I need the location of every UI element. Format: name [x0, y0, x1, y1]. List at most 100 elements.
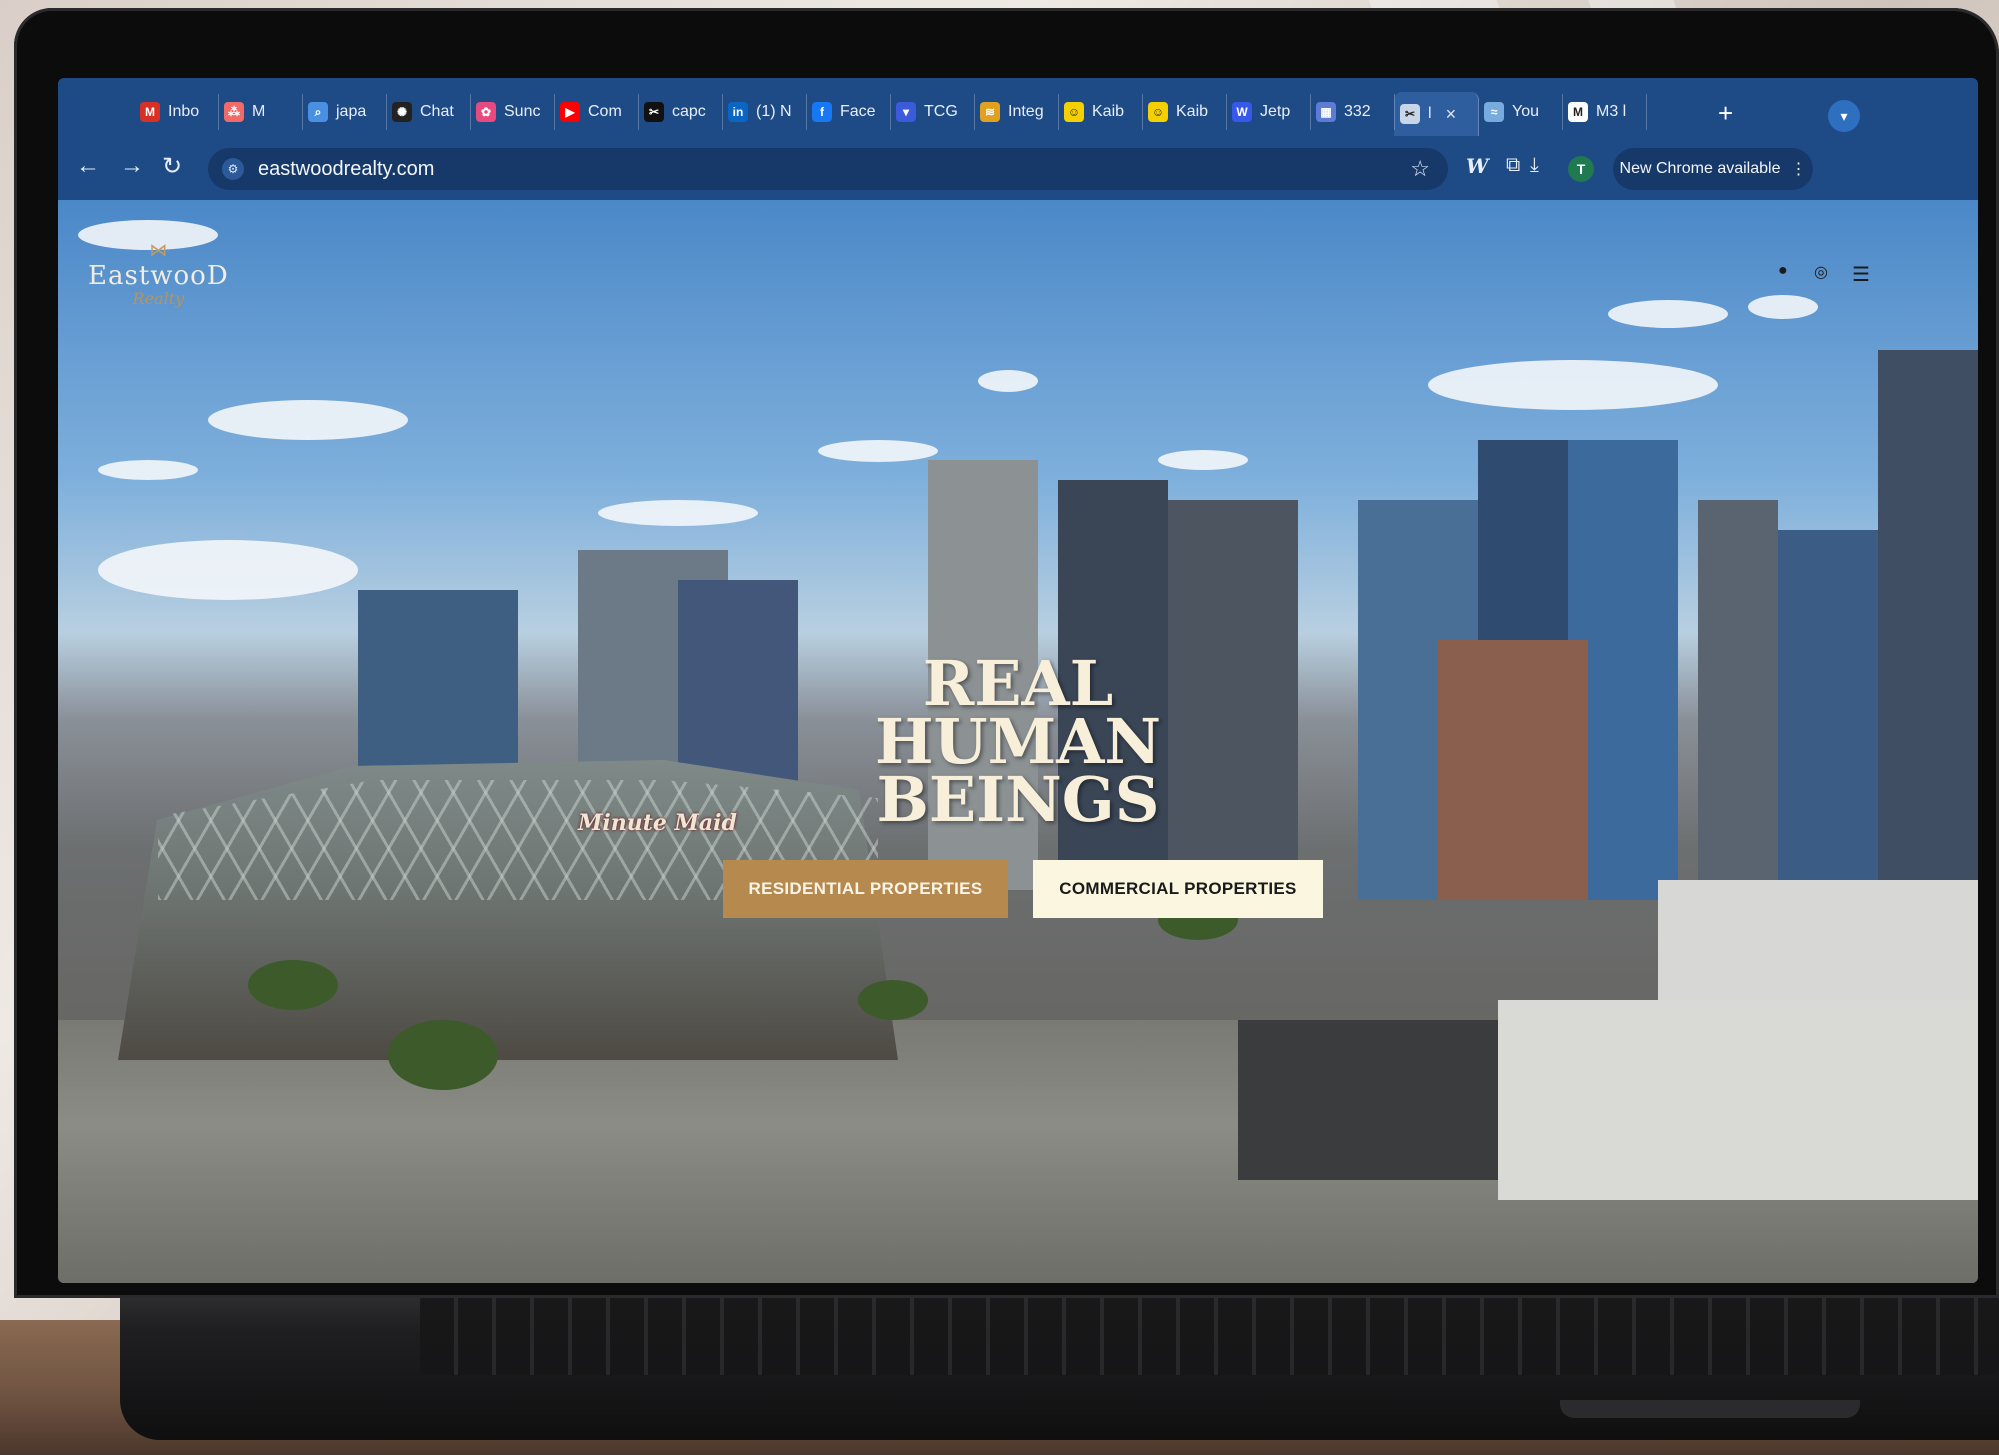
logo-subtitle: Realty [132, 289, 185, 308]
calendar-icon: ▦ [1316, 102, 1336, 122]
wordpress-icon: W [1232, 102, 1252, 122]
reload-icon[interactable]: ↻ [162, 152, 182, 181]
browser-tab[interactable]: ✂ l × [1394, 92, 1479, 136]
tcg-icon: ▾ [896, 102, 916, 122]
building [1438, 640, 1588, 900]
hero-section: Minute Maid ⋈ EastwooD Realty ● ◎ ☰ REAL… [58, 200, 1978, 1283]
download-icon[interactable]: ⤓ [1530, 154, 1539, 177]
browser-window: M M3 l ≈ You ✂ l × ▦ 332 W Jetp ☺ Kaib ☺ Kaib ≋ Integ ▾ TC… [58, 78, 1978, 1283]
cloud [818, 440, 938, 462]
tree [248, 960, 338, 1010]
tab-search-chevron-icon[interactable]: ▾ [1828, 100, 1860, 132]
tab-label: Sunc [504, 103, 541, 120]
browser-tab[interactable]: ☺ Kaib [1058, 94, 1143, 130]
search-icon: ⌕ [308, 102, 328, 122]
m-icon: M [1568, 102, 1588, 122]
building [1698, 500, 1778, 900]
tab-label: Kaib [1176, 103, 1209, 120]
building [1878, 350, 1978, 900]
browser-tab[interactable]: ✿ Sunc [470, 94, 555, 130]
facebook-icon: f [812, 102, 832, 122]
tab-label: 332 [1344, 103, 1371, 120]
forward-arrow-icon[interactable]: → [120, 152, 144, 180]
tab-label: You [1512, 103, 1539, 120]
tab-label: Face [840, 103, 876, 120]
linkedin-icon: in [728, 102, 748, 122]
profile-avatar[interactable]: T [1568, 156, 1594, 182]
tab-label: TCG [924, 103, 958, 120]
laptop-bezel: M M3 l ≈ You ✂ l × ▦ 332 W Jetp ☺ Kaib ☺ Kaib ≋ Integ ▾ TC… [14, 8, 1999, 1298]
integ-icon: ≋ [980, 102, 1000, 122]
building [1778, 530, 1888, 900]
logo-name: EastwooD [88, 261, 229, 291]
residential-properties-button[interactable]: RESIDENTIAL PROPERTIES [723, 860, 1008, 918]
tab-label: (1) N [756, 103, 792, 120]
browser-tab[interactable]: M Inbo [134, 94, 219, 130]
cloud [98, 540, 358, 600]
browser-tab[interactable]: in (1) N [722, 94, 807, 130]
tab-label: Com [588, 103, 622, 120]
browser-tab[interactable]: ≈ You [1478, 94, 1563, 130]
cloud [1608, 300, 1728, 328]
building [1168, 500, 1298, 900]
tree [858, 980, 928, 1020]
extensions-puzzle-icon[interactable]: ⧉ [1506, 154, 1520, 177]
close-tab-icon[interactable]: × [1446, 104, 1457, 125]
browser-tab[interactable]: W Jetp [1226, 94, 1311, 130]
browser-tab[interactable]: ✺ Chat [386, 94, 471, 130]
instagram-icon[interactable]: ◎ [1814, 262, 1828, 282]
browser-toolbar: ← → ↻ ⚙ eastwoodrealty.com ☆ W ⧉ ⤓ T New… [58, 138, 1978, 200]
browser-tab[interactable]: ⁂ M [218, 94, 303, 130]
new-tab-button[interactable]: + [1718, 98, 1733, 129]
cloud [598, 500, 758, 526]
tab-label: Jetp [1260, 103, 1291, 120]
building [1498, 1000, 1978, 1200]
url-text[interactable]: eastwoodrealty.com [258, 158, 434, 181]
youtube-icon: ▶ [560, 102, 580, 122]
browser-tab[interactable]: ▦ 332 [1310, 94, 1395, 130]
address-bar[interactable]: ⚙ eastwoodrealty.com ☆ [208, 148, 1448, 190]
kaib-icon: ☺ [1064, 102, 1084, 122]
commercial-properties-button[interactable]: COMMERCIAL PROPERTIES [1033, 860, 1323, 918]
browser-tab[interactable]: M M3 l [1562, 94, 1647, 130]
menu-dots-icon[interactable]: ⋮ [1790, 159, 1806, 179]
bookmark-star-icon[interactable]: ☆ [1410, 156, 1430, 182]
browser-tab[interactable]: ☺ Kaib [1142, 94, 1227, 130]
chrome-update-button[interactable]: New Chrome available ⋮ [1613, 148, 1813, 190]
update-label: New Chrome available [1619, 160, 1781, 177]
hero-headline: REAL HUMAN BEINGS [858, 653, 1178, 836]
capcut-icon: ✂ [644, 102, 664, 122]
headline-line: BEINGS [876, 763, 1160, 836]
cloud [208, 400, 408, 440]
tab-label: japa [336, 103, 367, 120]
cloud [1158, 450, 1248, 470]
browser-tab[interactable]: ▶ Com [554, 94, 639, 130]
browser-tab[interactable]: ≋ Integ [974, 94, 1059, 130]
browser-tab[interactable]: ▾ TCG [890, 94, 975, 130]
facebook-icon[interactable]: ● [1778, 262, 1788, 280]
logo-mark-icon: ⋈ [149, 240, 168, 260]
browser-tab[interactable]: f Face [806, 94, 891, 130]
cloud [1428, 360, 1718, 410]
browser-tab[interactable]: ⌕ japa [302, 94, 387, 130]
kaib-icon: ☺ [1148, 102, 1168, 122]
gmail-icon: M [140, 102, 160, 122]
tab-label: M [252, 103, 266, 120]
tab-label: Kaib [1092, 103, 1125, 120]
site-logo[interactable]: ⋈ EastwooD Realty [88, 240, 229, 308]
wordpress-extension-icon[interactable]: W [1466, 154, 1488, 178]
browser-tab[interactable]: ✂ capc [638, 94, 723, 130]
cloud [978, 370, 1038, 392]
sunc-icon: ✿ [476, 102, 496, 122]
tab-label: Integ [1008, 103, 1044, 120]
tab-label: Inbo [168, 103, 200, 120]
back-arrow-icon[interactable]: ← [76, 152, 100, 180]
hamburger-menu-icon[interactable]: ☰ [1852, 262, 1870, 287]
cloud [1748, 295, 1818, 319]
site-info-icon[interactable]: ⚙ [222, 158, 244, 180]
tab-label: l [1428, 105, 1432, 122]
tab-label: capc [672, 103, 706, 120]
tree [388, 1020, 498, 1090]
tab-label: Chat [420, 103, 454, 120]
laptop-foot [1560, 1400, 1860, 1418]
